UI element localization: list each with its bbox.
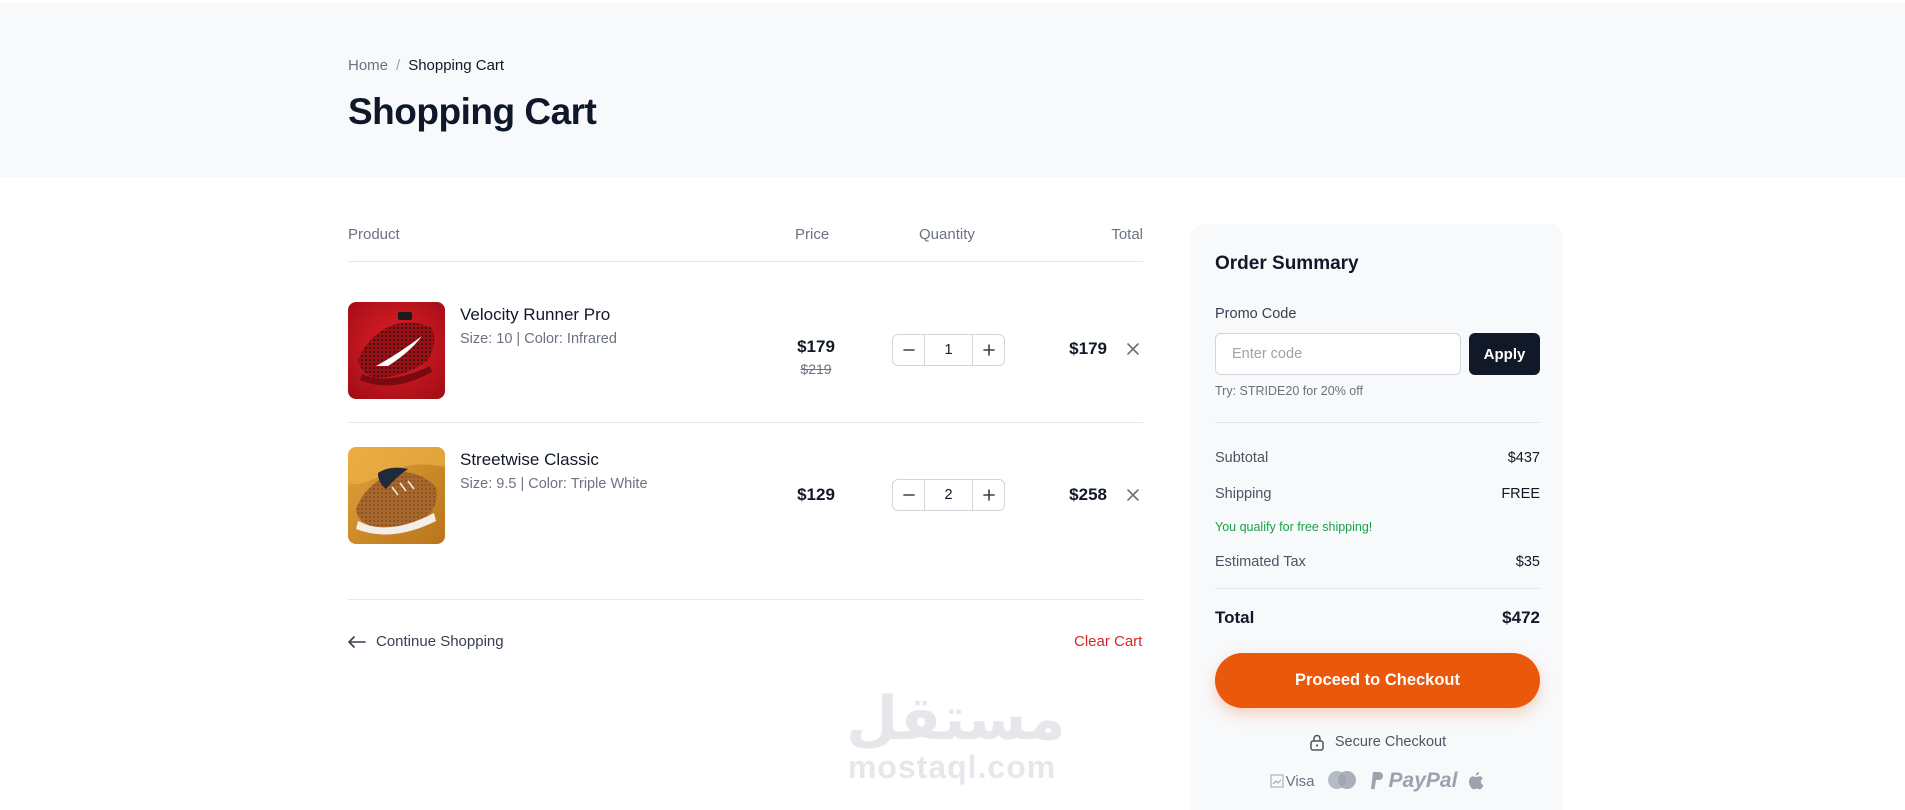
plus-icon <box>982 489 995 501</box>
total-value: $472 <box>1502 608 1540 627</box>
paypal-icon <box>1370 772 1383 789</box>
original-price: $219 <box>800 361 832 377</box>
header-price: Price <box>795 226 830 243</box>
line-total: $179 <box>1069 339 1107 358</box>
tax-row: Estimated Tax $35 <box>1215 554 1540 570</box>
tax-label: Estimated Tax <box>1215 554 1306 570</box>
remove-item-button[interactable] <box>1123 339 1143 359</box>
mastercard-icon <box>1327 771 1356 789</box>
breadcrumb-home-link[interactable]: Home <box>348 57 388 74</box>
quantity-input[interactable]: 1 <box>924 335 973 365</box>
sneaker-tan-image <box>348 447 445 544</box>
decrease-quantity-button[interactable] <box>893 335 924 365</box>
divider <box>348 599 1143 600</box>
breadcrumb: Home / Shopping Cart <box>348 57 504 74</box>
subtotal-value: $437 <box>1507 450 1540 466</box>
plus-icon <box>982 344 995 356</box>
line-total: $258 <box>1069 485 1107 504</box>
minus-icon <box>902 494 915 496</box>
promo-hint: Try: STRIDE20 for 20% off <box>1215 384 1363 398</box>
subtotal-label: Subtotal <box>1215 450 1269 466</box>
breadcrumb-separator: / <box>396 57 401 74</box>
paypal-label: PayPal <box>1388 769 1458 792</box>
divider <box>1215 422 1540 423</box>
increase-quantity-button[interactable] <box>973 335 1004 365</box>
header-quantity: Quantity <box>919 226 975 243</box>
quantity-stepper: 2 <box>892 479 1005 511</box>
watermark: مستقل mostaql.com <box>846 684 1066 785</box>
promo-code-label: Promo Code <box>1215 306 1297 322</box>
arrow-left-icon <box>348 635 366 648</box>
breadcrumb-current: Shopping Cart <box>408 57 505 74</box>
product-image[interactable] <box>348 302 445 399</box>
secure-checkout-note: Secure Checkout <box>1215 733 1540 751</box>
free-shipping-note: You qualify for free shipping! <box>1215 520 1373 534</box>
product-variant: Size: 9.5 | Color: Triple White <box>460 476 648 492</box>
page-title: Shopping Cart <box>348 91 597 132</box>
close-icon <box>1127 343 1139 355</box>
shipping-row: Shipping FREE <box>1215 486 1540 502</box>
increase-quantity-button[interactable] <box>973 480 1004 510</box>
decrease-quantity-button[interactable] <box>893 480 924 510</box>
broken-image-icon <box>1270 774 1284 788</box>
minus-icon <box>902 349 915 351</box>
promo-code-input[interactable] <box>1215 333 1461 375</box>
watermark-arabic: مستقل <box>846 684 1066 754</box>
continue-shopping-link[interactable]: Continue Shopping <box>348 633 504 650</box>
cart-table-header: Product Price Quantity Total <box>348 226 1143 262</box>
shipping-value: FREE <box>1501 486 1540 502</box>
order-summary-panel: Order Summary Promo Code Apply Try: STRI… <box>1191 224 1563 810</box>
watermark-latin: mostaql.com <box>847 749 1057 785</box>
unit-price: $179 <box>797 337 835 356</box>
product-image[interactable] <box>348 447 445 544</box>
total-row: Total $472 <box>1215 608 1540 628</box>
proceed-to-checkout-button[interactable]: Proceed to Checkout <box>1215 653 1540 708</box>
visa-label: Visa <box>1285 772 1315 790</box>
header-product: Product <box>348 226 400 243</box>
cart-row: Velocity Runner Pro Size: 10 | Color: In… <box>348 278 1143 423</box>
apple-icon <box>1469 772 1484 790</box>
product-name[interactable]: Streetwise Classic <box>460 450 599 470</box>
order-summary-title: Order Summary <box>1215 253 1359 274</box>
divider <box>1215 588 1540 589</box>
paypal-logo: PayPal <box>1369 769 1458 793</box>
close-icon <box>1127 489 1139 501</box>
subtotal-row: Subtotal $437 <box>1215 450 1540 466</box>
page-header: Home / Shopping Cart Shopping Cart <box>0 3 1905 177</box>
continue-shopping-label: Continue Shopping <box>376 633 504 650</box>
tax-value: $35 <box>1515 554 1540 570</box>
quantity-input[interactable]: 2 <box>924 480 973 510</box>
header-total: Total <box>1111 226 1143 243</box>
cart-row: Streetwise Classic Size: 9.5 | Color: Tr… <box>348 423 1143 568</box>
visa-logo: Visa <box>1270 773 1315 790</box>
remove-item-button[interactable] <box>1123 485 1143 505</box>
product-name[interactable]: Velocity Runner Pro <box>460 305 610 325</box>
payment-methods: Visa PayPal <box>1215 769 1540 793</box>
clear-cart-button[interactable]: Clear Cart <box>1074 633 1142 650</box>
product-variant: Size: 10 | Color: Infrared <box>460 331 617 347</box>
apply-promo-button[interactable]: Apply <box>1469 333 1540 375</box>
unit-price: $129 <box>797 485 835 504</box>
total-label: Total <box>1215 608 1255 627</box>
shipping-label: Shipping <box>1215 486 1272 502</box>
secure-checkout-label: Secure Checkout <box>1334 734 1447 750</box>
lock-icon <box>1310 734 1324 751</box>
sneaker-red-image <box>348 302 445 399</box>
quantity-stepper: 1 <box>892 334 1005 366</box>
